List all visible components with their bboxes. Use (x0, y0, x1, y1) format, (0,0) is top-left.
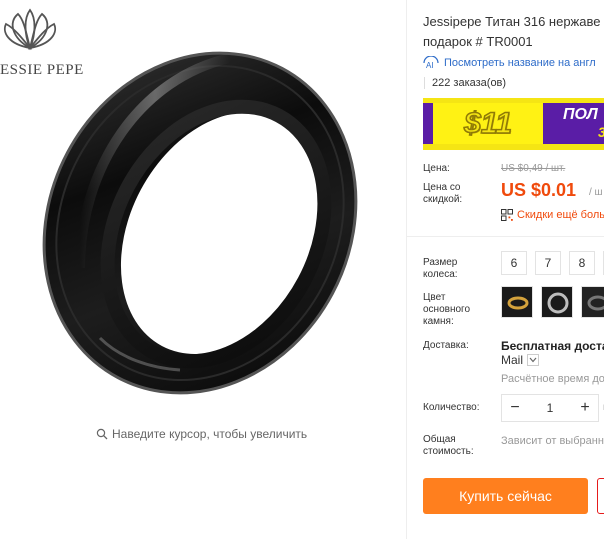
more-discounts-text: Скидки ещё боль (517, 209, 604, 221)
add-to-cart-button[interactable] (597, 478, 604, 514)
shipping-method-select[interactable]: Mail (501, 353, 540, 367)
product-title-line1: Jessipepe Титан 316 нержаве (423, 14, 601, 29)
svg-text:AI: AI (426, 61, 434, 70)
silver-ring-thumbnail (542, 287, 572, 317)
size-option-7[interactable]: 7 (535, 251, 561, 275)
delivery-estimate: Расчётное время до (501, 373, 604, 385)
discount-label-line2: скидкой: (423, 194, 463, 205)
orders-count: 222 заказа(ов) (424, 77, 506, 89)
color-label-line2: основного (423, 304, 471, 315)
more-discounts-link[interactable]: Скидки ещё боль (501, 209, 604, 221)
price-label: Цена: (423, 163, 450, 174)
translate-title-link[interactable]: AI Посмотреть название на англ (422, 56, 596, 70)
promo-text: ПОЛ (563, 106, 598, 123)
quantity-increase-button[interactable]: + (572, 395, 598, 421)
ring-product-image[interactable] (40, 18, 360, 413)
cost-label-line2: стоимость: (423, 446, 474, 457)
quantity-label: Количество: (423, 402, 480, 413)
size-option-8[interactable]: 8 (569, 251, 595, 275)
zoom-hint: Наведите курсор, чтобы увеличить (96, 427, 307, 441)
cost-label-line1: Общая (423, 434, 456, 445)
translate-link-text: Посмотреть название на англ (444, 57, 596, 69)
shipping-option: Бесплатная доставк (501, 339, 604, 353)
old-price: US $0,49 / шт. (501, 163, 566, 174)
discount-price-unit: / ш (589, 187, 603, 198)
discount-price-label: Цена со скидкой: (423, 182, 462, 206)
color-option-black[interactable] (581, 286, 604, 318)
size-options: 6 7 8 (501, 251, 604, 275)
qr-code-icon (501, 209, 513, 221)
total-cost-value: Зависит от выбранн (501, 435, 604, 447)
product-title[interactable]: Jessipepe Титан 316 нержаве подарок # TR… (423, 12, 604, 52)
zoom-hint-text: Наведите курсор, чтобы увеличить (112, 427, 308, 441)
color-label-line1: Цвет (423, 292, 446, 303)
quantity-decrease-button[interactable]: − (502, 395, 528, 421)
section-divider (407, 236, 604, 237)
gold-ring-thumbnail (502, 287, 532, 317)
size-option-6[interactable]: 6 (501, 251, 527, 275)
shipping-method-value: Mail (501, 353, 524, 367)
promo-banner[interactable]: $11 ПОЛ 3 (423, 98, 604, 150)
color-option-silver[interactable] (541, 286, 573, 318)
discount-label-line1: Цена со (423, 182, 461, 193)
translate-icon: AI (423, 56, 439, 70)
chevron-down-icon[interactable] (527, 354, 540, 366)
delivery-label: Доставка: (423, 340, 469, 351)
product-info-panel: Jessipepe Титан 316 нержаве подарок # TR… (407, 0, 604, 539)
magnifier-icon (96, 428, 108, 440)
quantity-stepper: − 1 + (501, 394, 599, 422)
product-gallery: ESSIE PEPE Наведите курсор, чтобы увелич… (0, 0, 406, 539)
promo-text-2: 3 (598, 124, 604, 140)
quantity-input[interactable]: 1 (528, 401, 572, 415)
size-label: Размер колеса: (423, 257, 458, 281)
size-label-line1: Размер (423, 257, 458, 268)
color-label-line3: камня: (423, 316, 454, 327)
buy-now-button[interactable]: Купить сейчас (423, 478, 588, 514)
stone-color-options (501, 286, 604, 318)
product-title-line2: подарок # TR0001 (423, 34, 533, 49)
black-ring-thumbnail (582, 287, 604, 317)
total-cost-label: Общая стоимость: (423, 434, 474, 458)
discount-price: US $0.01 (501, 180, 577, 200)
color-option-gold[interactable] (501, 286, 533, 318)
size-label-line2: колеса: (423, 269, 458, 280)
stone-color-label: Цвет основного камня: (423, 292, 470, 328)
promo-price: $11 (433, 103, 543, 144)
